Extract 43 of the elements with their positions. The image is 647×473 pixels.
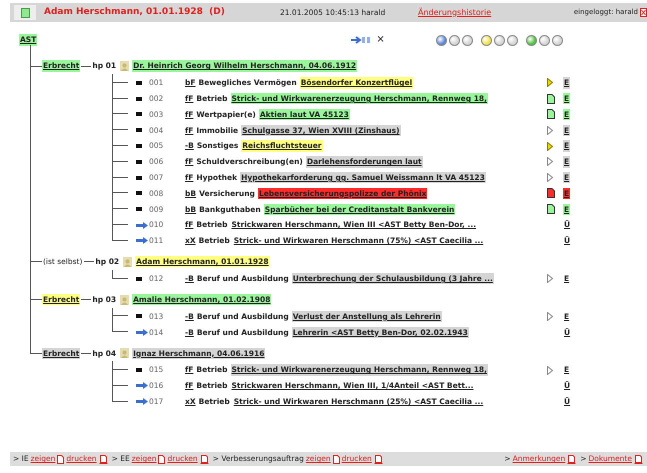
pdf-icon[interactable] <box>200 454 209 464</box>
pdf-icon[interactable] <box>567 454 576 464</box>
bullet-icon <box>136 80 142 85</box>
bullet-icon <box>136 207 142 212</box>
tree-line <box>112 178 128 194</box>
bullet-icon <box>136 160 142 164</box>
arrow-icon <box>136 382 148 390</box>
bullet-icon <box>136 276 142 281</box>
close-glyph[interactable]: × <box>376 35 385 45</box>
pdf-icon[interactable] <box>374 454 383 464</box>
tree-line <box>112 98 128 114</box>
document-icon[interactable] <box>547 94 555 104</box>
triangle-icon[interactable] <box>547 312 553 321</box>
triangle-icon[interactable] <box>547 78 553 88</box>
document-icon[interactable] <box>547 204 555 214</box>
document-icon[interactable] <box>547 188 555 198</box>
arrow-icon <box>136 398 148 406</box>
bullet-icon <box>136 144 142 148</box>
tree-line <box>112 270 128 279</box>
arrow-icon <box>136 237 148 244</box>
pdf-icon[interactable] <box>634 454 643 464</box>
arrow-icon <box>136 328 148 336</box>
patient-title: Adam Herschmann, 01.01.1928 (D) <box>44 6 226 19</box>
pdf-icon[interactable] <box>98 454 108 464</box>
close-icon[interactable] <box>640 8 647 17</box>
bullet-icon <box>136 176 142 180</box>
person-icon <box>120 61 130 71</box>
document-icon[interactable] <box>547 109 555 120</box>
bullet-icon <box>136 314 142 318</box>
triangle-icon[interactable] <box>547 274 553 284</box>
bullet-icon <box>136 368 142 372</box>
person-icon <box>123 256 132 267</box>
bullet-icon <box>136 112 142 116</box>
bullet-icon <box>136 191 142 196</box>
person-icon <box>120 348 130 358</box>
triangle-icon[interactable] <box>547 366 553 375</box>
bullet-icon <box>136 96 142 101</box>
document-icon <box>14 5 36 20</box>
person-icon <box>120 294 130 305</box>
bullet-icon <box>136 128 142 132</box>
arrow-icon <box>136 222 148 229</box>
triangle-icon[interactable] <box>547 126 553 135</box>
triangle-icon[interactable] <box>547 142 553 151</box>
